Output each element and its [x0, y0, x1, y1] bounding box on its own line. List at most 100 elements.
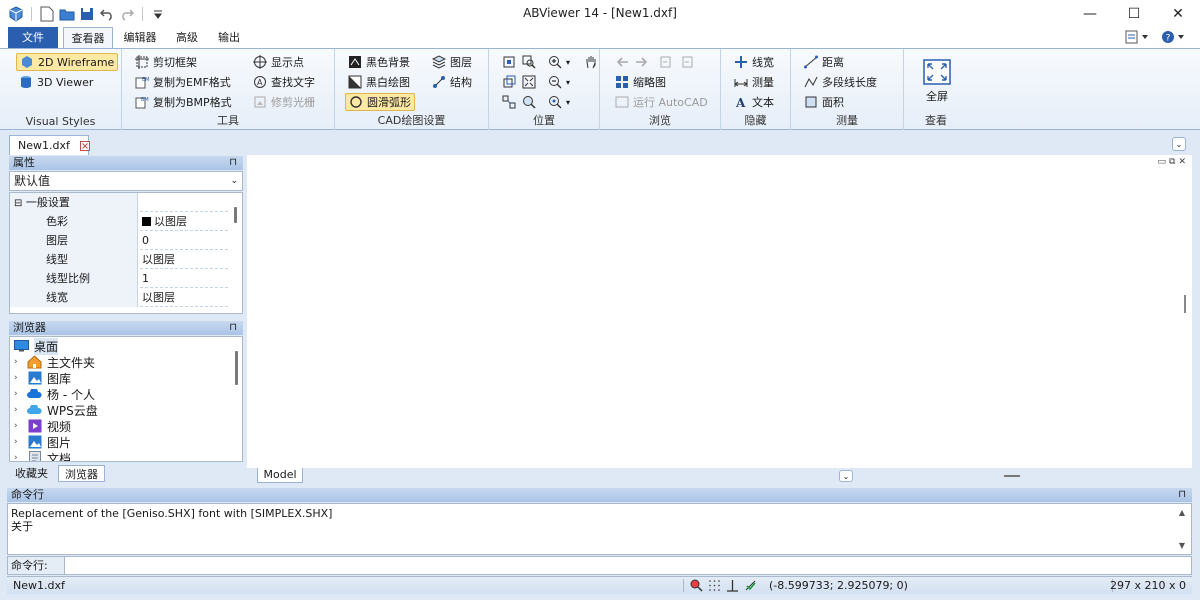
properties-selector[interactable]: 默认值 ⌄	[9, 171, 243, 191]
command-input[interactable]	[64, 557, 1191, 574]
black-white-button[interactable]: 黑白绘图	[345, 73, 413, 91]
tab-advanced[interactable]: 高级	[170, 27, 204, 48]
lineweight-button[interactable]: 线宽	[731, 53, 777, 71]
tree-item-documents[interactable]: › 文档	[14, 450, 71, 461]
property-row[interactable]: 图层 0	[10, 231, 228, 250]
copy-emf-button[interactable]: EMF 复制为EMF格式	[132, 73, 234, 91]
property-row[interactable]: 线型 以图层	[10, 250, 228, 269]
polyline-length-button[interactable]: 多段线长度	[801, 73, 880, 91]
hide-measure-button[interactable]: 测量	[731, 73, 777, 91]
command-log-scrollbar[interactable]: ▲ ▼	[1177, 506, 1187, 552]
tab-output[interactable]: 输出	[212, 27, 246, 48]
tab-model[interactable]: Model	[257, 468, 303, 483]
canvas-minimize-icon[interactable]: ▭	[1158, 157, 1167, 167]
zoom-selection-button[interactable]	[519, 93, 539, 111]
canvas-vertical-scrollbar[interactable]	[1184, 295, 1186, 313]
undo-icon[interactable]	[99, 6, 115, 22]
tab-browser[interactable]: 浏览器	[58, 465, 105, 482]
browser-scrollbar[interactable]	[235, 351, 238, 385]
zoom-options-button[interactable]: ▾	[545, 93, 573, 111]
run-autocad-button[interactable]: 运行 AutoCAD	[612, 93, 711, 111]
clip-frame-button[interactable]: 剪切框架	[132, 53, 200, 71]
redo-icon[interactable]	[119, 6, 135, 22]
layers-button[interactable]: 图层	[429, 53, 475, 71]
forward-button[interactable]	[632, 53, 652, 71]
help-icon[interactable]: ?	[1160, 29, 1188, 45]
pan-hand-button[interactable]	[581, 53, 601, 71]
wireframe-2d-button[interactable]: 2D Wireframe	[16, 53, 119, 71]
zoom-extents-button[interactable]	[499, 53, 519, 71]
chevron-right-icon[interactable]: ›	[14, 389, 22, 399]
chevron-right-icon[interactable]: ›	[14, 453, 22, 461]
property-row[interactable]: 线宽 以图层	[10, 288, 228, 307]
ortho-icon[interactable]	[725, 578, 739, 592]
close-button[interactable]: ✕	[1156, 0, 1200, 27]
customize-qat-icon[interactable]	[150, 6, 166, 22]
chevron-right-icon[interactable]: ›	[14, 357, 22, 367]
find-text-button[interactable]: A 查找文字	[250, 73, 318, 91]
viewer-3d-button[interactable]: 3D Viewer	[16, 73, 96, 91]
zoom-out-button[interactable]: ▾	[545, 73, 573, 91]
minimize-button[interactable]: —	[1068, 0, 1112, 27]
tab-viewer[interactable]: 查看器	[63, 27, 113, 49]
close-tab-icon[interactable]	[79, 140, 90, 151]
tree-item-videos[interactable]: › 视频	[14, 418, 71, 434]
options-icon[interactable]	[1124, 29, 1152, 45]
app-cube-icon[interactable]	[8, 5, 24, 22]
hide-text-button[interactable]: A 文本	[731, 93, 777, 111]
smooth-arcs-button[interactable]: 圆滑弧形	[345, 93, 415, 111]
copy-bmp-button[interactable]: BMP 复制为BMP格式	[132, 93, 235, 111]
file-next-button[interactable]	[678, 53, 698, 71]
distance-button[interactable]: 距离	[801, 53, 847, 71]
pin-icon[interactable]: ⊓	[229, 156, 237, 170]
document-tab-new1[interactable]: New1.dxf	[9, 135, 90, 155]
tab-favorites[interactable]: 收藏夹	[9, 465, 54, 482]
show-points-button[interactable]: 显示点	[250, 53, 307, 71]
chevron-right-icon[interactable]: ›	[14, 437, 22, 447]
chevron-right-icon[interactable]: ›	[14, 405, 22, 415]
zoom-in-button[interactable]: ▾	[545, 53, 573, 71]
back-button[interactable]	[612, 53, 632, 71]
tab-file[interactable]: 文件	[8, 27, 58, 48]
file-prev-button[interactable]	[656, 53, 676, 71]
chevron-right-icon[interactable]: ›	[14, 373, 22, 383]
osnap-icon[interactable]	[743, 578, 757, 592]
tree-item-onedrive[interactable]: › 杨 - 个人	[14, 386, 95, 402]
canvas-restore-icon[interactable]: ⧉	[1169, 157, 1175, 167]
tab-editor[interactable]: 编辑器	[118, 27, 162, 48]
structure-button[interactable]: 结构	[429, 73, 475, 91]
collapse-icon[interactable]: ⊟	[14, 198, 22, 209]
open-folder-icon[interactable]	[59, 6, 75, 22]
tree-item-gallery[interactable]: › 图库	[14, 370, 71, 386]
pin-icon[interactable]: ⊓	[1178, 488, 1186, 502]
tree-item-pictures[interactable]: › 图片	[14, 434, 71, 450]
property-category[interactable]: ⊟ 一般设置	[10, 193, 228, 212]
save-icon[interactable]	[79, 6, 95, 22]
canvas-close-icon[interactable]: ✕	[1178, 157, 1186, 167]
properties-scrollbar[interactable]	[234, 207, 237, 223]
property-row[interactable]: 色彩 以图层	[10, 212, 228, 231]
tree-item-wps-cloud[interactable]: › WPS云盘	[14, 402, 98, 418]
magnifier-icon[interactable]	[689, 578, 703, 592]
pin-icon[interactable]: ⊓	[229, 321, 237, 335]
zoom-scale-button[interactable]	[499, 93, 519, 111]
trim-raster-button[interactable]: 修剪光栅	[250, 93, 318, 111]
snap-grid-icon[interactable]	[707, 578, 721, 592]
zoom-previous-button[interactable]	[499, 73, 519, 91]
tree-item-desktop[interactable]: 桌面	[14, 337, 59, 355]
chevron-right-icon[interactable]: ›	[14, 421, 22, 431]
tree-item-home[interactable]: › 主文件夹	[14, 354, 95, 370]
zoom-window-button[interactable]	[519, 53, 539, 71]
maximize-button[interactable]: ☐	[1112, 0, 1156, 27]
expand-ribbon-icon[interactable]: ⌄	[1172, 137, 1186, 151]
area-button[interactable]: 面积	[801, 93, 847, 111]
thumbnails-button[interactable]: 缩略图	[612, 73, 669, 91]
property-row[interactable]: 线型比例 1	[10, 269, 228, 288]
layout-dropdown-icon[interactable]: ⌄	[839, 470, 853, 482]
new-file-icon[interactable]	[39, 6, 55, 22]
drawing-canvas[interactable]: ▭ ⧉ ✕	[247, 155, 1192, 468]
zoom-fit-button[interactable]	[519, 73, 539, 91]
canvas-horizontal-scrollbar[interactable]	[1004, 475, 1020, 477]
fullscreen-button[interactable]: 全屏	[917, 59, 957, 104]
black-background-button[interactable]: 黑色背景	[345, 53, 413, 71]
